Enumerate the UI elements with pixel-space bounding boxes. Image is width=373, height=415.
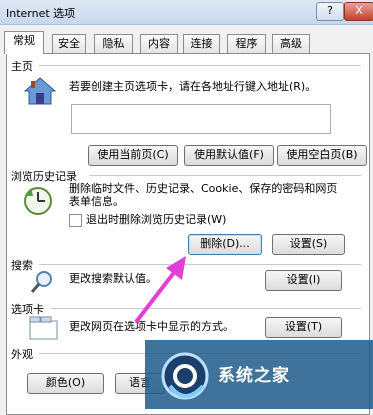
internet-options-dialog: Internet 选项 ? X 常规 安全 隐私 内容 连接 程序 高级 主页 …	[0, 0, 373, 415]
help-button[interactable]: ?	[316, 2, 344, 21]
history-clock-icon	[24, 187, 52, 215]
history-divider	[89, 175, 361, 176]
use-blank-button[interactable]: 使用空白页(B)	[277, 145, 367, 166]
tabbed-window-icon	[29, 316, 58, 340]
tab-privacy[interactable]: 隐私	[94, 34, 133, 53]
history-description-line2: 表单信息。	[69, 195, 124, 208]
close-button[interactable]: X	[344, 2, 373, 21]
history-settings-button[interactable]: 设置(S)	[272, 234, 345, 255]
search-divider	[39, 264, 361, 265]
delete-on-exit-checkbox[interactable]	[69, 214, 82, 227]
history-section-label: 浏览历史记录	[11, 170, 77, 183]
homepage-address-field[interactable]	[71, 104, 331, 134]
magnifier-icon	[30, 271, 52, 293]
annotation-arrow	[134, 256, 186, 324]
tab-general[interactable]: 常规	[4, 31, 44, 54]
use-default-button[interactable]: 使用默认值(F)	[184, 145, 274, 166]
tab-programs[interactable]: 程序	[227, 34, 266, 53]
window-title: Internet 选项	[6, 7, 76, 20]
tabs-divider	[51, 308, 361, 309]
tabs-section-label: 选项卡	[11, 303, 44, 316]
tab-security[interactable]: 安全	[52, 34, 86, 53]
homepage-divider	[39, 65, 361, 66]
tabs-settings-button[interactable]: 设置(T)	[265, 317, 342, 338]
watermark-text: 系统之家	[218, 366, 290, 386]
delete-on-exit-label: 退出时删除浏览历史记录(W)	[86, 213, 227, 226]
title-bar: Internet 选项 ? X	[0, 0, 373, 25]
tab-advanced[interactable]: 高级	[272, 34, 310, 53]
tab-content[interactable]: 内容	[140, 34, 178, 53]
search-settings-button[interactable]: 设置(I)	[265, 270, 342, 291]
colors-button[interactable]: 颜色(O)	[27, 373, 104, 394]
appearance-section-label: 外观	[11, 348, 33, 361]
home-icon	[23, 77, 57, 105]
homepage-section-label: 主页	[11, 60, 33, 73]
history-description-line1: 删除临时文件、历史记录、Cookie、保存的密码和网页	[69, 182, 338, 195]
homepage-instruction: 若要创建主页选项卡，请在各地址行键入地址(R)。	[69, 80, 317, 93]
tab-connections[interactable]: 连接	[183, 34, 220, 53]
use-current-button[interactable]: 使用当前页(C)	[88, 145, 178, 166]
